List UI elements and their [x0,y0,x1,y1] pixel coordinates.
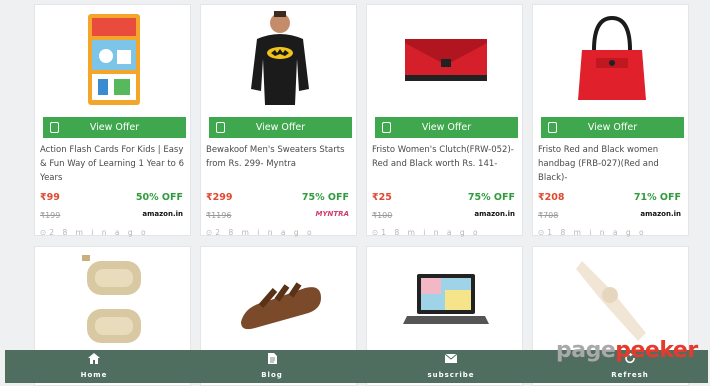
nav-item-home[interactable]: Home [54,350,134,383]
view-offer-button[interactable]: View Offer [209,117,352,138]
nav-label: subscribe [427,371,475,379]
original-price: ₹708 [538,211,559,220]
store-logo-myntra: MYNTRA [315,210,349,218]
nav-item-blog[interactable]: Blog [232,350,312,383]
tag-icon [382,122,391,133]
product-card[interactable]: View Offer Action Flash Cards For Kids |… [34,4,192,237]
nav-item-subscribe[interactable]: subscribe [411,350,491,383]
product-price: ₹99 [40,192,60,203]
product-title[interactable]: Bewakoof Men's Sweaters Starts from Rs. … [206,143,354,185]
view-offer-button[interactable]: View Offer [43,117,186,138]
original-price: ₹199 [40,211,61,220]
view-offer-label: View Offer [587,122,638,133]
product-image-flash-cards[interactable] [35,5,192,113]
view-offer-button[interactable]: View Offer [375,117,518,138]
product-card[interactable]: View Offer Bewakoof Men's Sweaters Start… [200,4,358,237]
tag-icon [216,122,225,133]
product-card[interactable]: View Offer Fristo Women's Clutch(FRW-052… [366,4,524,237]
home-icon [88,353,100,364]
original-price: ₹1196 [206,211,232,220]
tag-icon [548,122,557,133]
nav-label: Home [80,371,108,379]
discount-badge: 75% OFF [301,192,349,203]
store-logo-amazon: amazon.in [640,210,681,218]
tag-icon [50,122,59,133]
posted-time: ⊙1 8 m i n a g o [372,228,481,237]
product-price: ₹208 [538,192,565,203]
product-image-neck-pillows[interactable] [35,247,192,355]
discount-badge: 71% OFF [633,192,681,203]
view-offer-label: View Offer [421,122,472,133]
product-image-sweater[interactable] [201,5,358,113]
product-title[interactable]: Fristo Women's Clutch(FRW-052)-Red and B… [372,143,520,185]
view-offer-label: View Offer [255,122,306,133]
nav-label: Blog [261,371,283,379]
discount-badge: 50% OFF [135,192,183,203]
product-image-handbag[interactable] [533,5,690,113]
store-logo-amazon: amazon.in [142,210,183,218]
store-logo-amazon: amazon.in [474,210,515,218]
product-title[interactable]: Fristo Red and Black women handbag (FRB-… [538,143,686,185]
document-icon [268,353,277,364]
original-price: ₹100 [372,211,393,220]
product-image-clutch[interactable] [367,5,524,113]
posted-time: ⊙2 8 m i n a g o [40,228,149,237]
product-price: ₹299 [206,192,233,203]
view-offer-button[interactable]: View Offer [541,117,684,138]
pagepeeker-watermark: pagepeeker [556,338,698,363]
posted-time: ⊙1 8 m i n a g o [538,228,647,237]
product-price: ₹25 [372,192,392,203]
posted-time: ⊙2 8 m i n a g o [206,228,315,237]
envelope-icon [445,353,457,363]
view-offer-label: View Offer [89,122,140,133]
nav-label: Refresh [611,371,649,379]
product-image-laptop[interactable] [367,247,524,355]
product-title[interactable]: Action Flash Cards For Kids | Easy & Fun… [40,143,188,185]
product-image-sandal[interactable] [201,247,358,355]
discount-badge: 75% OFF [467,192,515,203]
product-card[interactable]: View Offer Fristo Red and Black women ha… [532,4,690,237]
